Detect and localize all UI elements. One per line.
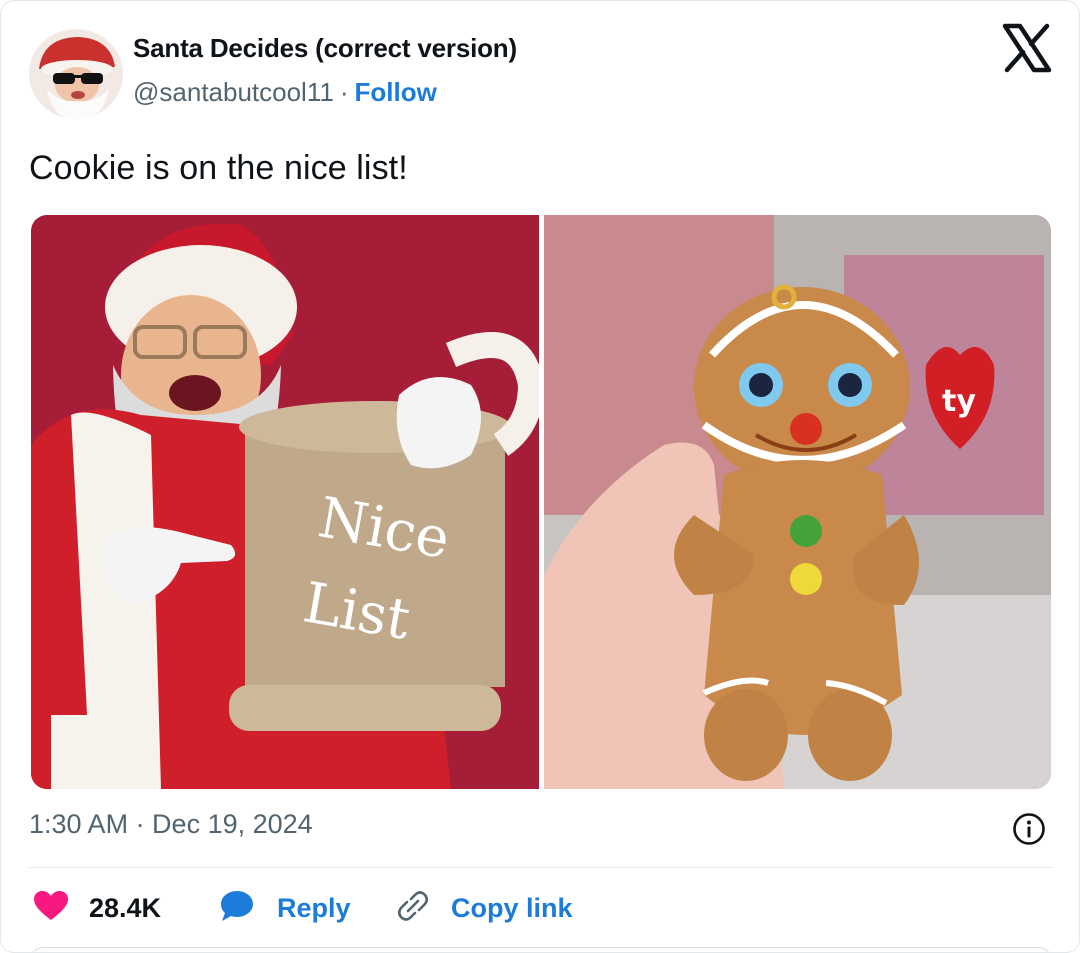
separator-dot: · <box>339 77 349 107</box>
x-logo-icon[interactable] <box>1001 23 1053 73</box>
author-name[interactable]: Santa Decides (correct version) <box>133 33 517 64</box>
photo-santa-nice-list[interactable]: Nice List <box>31 215 539 789</box>
info-icon[interactable] <box>1012 812 1046 846</box>
ty-tag-text: ty <box>942 384 976 419</box>
divider <box>29 867 1053 868</box>
copy-link-button[interactable]: Copy link <box>395 885 573 931</box>
reply-bubble-icon <box>219 890 255 927</box>
like-button[interactable]: 28.4K <box>33 885 161 931</box>
heart-icon <box>33 890 69 927</box>
like-count: 28.4K <box>89 892 162 923</box>
copy-link-label: Copy link <box>451 892 573 923</box>
follow-link[interactable]: Follow <box>355 77 437 107</box>
photo-gingerbread-plush[interactable]: ty <box>544 215 1051 789</box>
author-handle-row: @santabutcool11 · Follow <box>133 77 437 108</box>
media-grid: Nice List ty <box>31 215 1051 789</box>
tweet-timestamp[interactable]: 1:30 AM · Dec 19, 2024 <box>29 809 313 840</box>
reply-button[interactable]: Reply <box>219 885 351 931</box>
reply-label: Reply <box>277 892 351 923</box>
tweet-card: Santa Decides (correct version) @santabu… <box>0 0 1080 953</box>
tweet-text: Cookie is on the nice list! <box>29 149 408 187</box>
link-icon <box>395 888 431 929</box>
avatar[interactable] <box>29 29 123 119</box>
author-handle[interactable]: @santabutcool11 <box>133 77 334 107</box>
read-replies-button[interactable] <box>29 947 1053 952</box>
